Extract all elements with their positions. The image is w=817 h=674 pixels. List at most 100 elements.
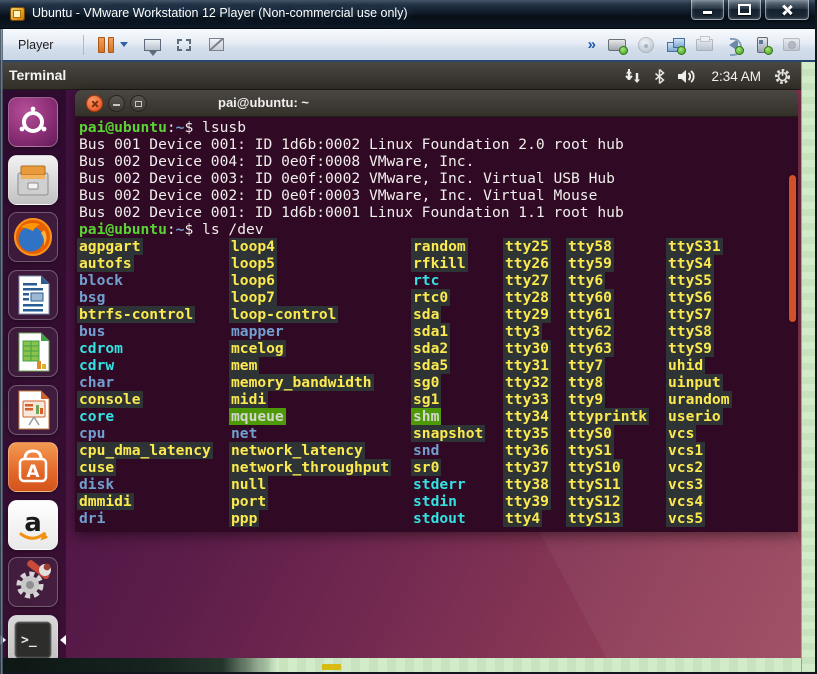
ls-entry: tty30: [503, 340, 551, 357]
taskbar-notch: [322, 664, 341, 670]
ls-entry: random: [411, 238, 468, 255]
launcher-item-firefox[interactable]: [8, 212, 58, 262]
ls-entry: ttyprintk: [566, 408, 650, 425]
session-gear-icon[interactable]: [774, 68, 791, 85]
ls-entry: mem: [229, 357, 260, 374]
terminal-titlebar[interactable]: pai@ubuntu: ~: [75, 90, 798, 117]
ubuntu-top-panel: Terminal 2:34 AM: [0, 62, 801, 90]
focused-app-arrow-icon: [60, 634, 66, 645]
player-menu-label: Player: [18, 37, 54, 52]
cd-dvd-icon[interactable]: [636, 36, 656, 54]
ls-entry: stderr: [413, 476, 466, 493]
ls-entry: tty35: [503, 425, 551, 442]
ls-entry: tty3: [503, 323, 543, 340]
window-titlebar[interactable]: Ubuntu - VMware Workstation 12 Player (N…: [0, 0, 817, 29]
ls-entry: cdrom: [79, 340, 123, 357]
ls-entry: rfkill: [411, 255, 468, 272]
launcher-item-libreoffice-calc[interactable]: [8, 327, 58, 377]
send-ctrl-alt-del-button[interactable]: [140, 34, 164, 56]
system-settings-icon: [8, 557, 58, 607]
suspend-button[interactable]: [94, 35, 132, 55]
unity-mode-button[interactable]: [204, 34, 228, 56]
ls-entry: tty60: [566, 289, 614, 306]
ls-entry: ppp: [229, 510, 260, 527]
ls-entry: btrfs-control: [77, 306, 196, 323]
svg-text:a: a: [24, 508, 42, 538]
ls-entry: cuse: [77, 459, 117, 476]
ls-entry: sda5: [411, 357, 451, 374]
hard-disk-icon[interactable]: [607, 36, 628, 55]
launcher-item-system-settings[interactable]: [8, 557, 58, 607]
sound-icon[interactable]: [723, 36, 744, 56]
ls-entry: dmmidi: [77, 493, 134, 510]
launcher-item-libreoffice-writer[interactable]: [8, 269, 58, 320]
network-adapter-icon[interactable]: [665, 36, 686, 55]
vm-display: Terminal 2:34 AM Aa >_ pai@ubuntu: ~ pai…: [0, 62, 801, 658]
ls-entry: tty38: [503, 476, 551, 493]
terminal-minimize-button[interactable]: [108, 95, 125, 112]
ls-entry: tty27: [503, 272, 551, 289]
launcher-item-files[interactable]: [8, 154, 58, 205]
ls-entry: bsg: [79, 289, 106, 306]
minimize-button[interactable]: [691, 0, 724, 20]
network-arrows-icon[interactable]: [625, 68, 641, 84]
ls-entry: agpgart: [77, 238, 143, 255]
ls-output-row: agpgart loop4 random tty25 tty58 ttyS31: [77, 238, 798, 255]
ls-entry: ttyS10: [566, 459, 623, 476]
ls-entry: stdin: [413, 493, 457, 510]
ls-entry: ttyS12: [566, 493, 623, 510]
launcher-item-amazon[interactable]: a: [8, 499, 58, 550]
volume-icon[interactable]: [678, 69, 698, 84]
lsusb-output-line: Bus 002 Device 002: ID 0e0f:0003 VMware,…: [79, 187, 598, 204]
snapshot-camera-icon[interactable]: [781, 36, 801, 54]
pause-icon: [98, 36, 115, 53]
window-inner-margin-right: [801, 62, 815, 674]
ls-output-row: cpu_dma_latency network_latency snd tty36 tt…: [77, 442, 798, 459]
terminal-close-button[interactable]: [86, 95, 103, 112]
ls-output-row: autofs loop5 rfkill tty26 tty59 ttyS4: [77, 255, 798, 272]
ls-entry: tty6: [566, 272, 606, 289]
ls-entry: ttyS4: [666, 255, 714, 272]
libreoffice-impress-icon: [8, 384, 58, 435]
ls-output-row: cpu net snapshot tty35 ttyS0 vcs: [79, 425, 798, 442]
launcher-item-libreoffice-impress[interactable]: [8, 384, 58, 435]
ls-entry: vcs1: [666, 442, 706, 459]
ls-entry: char: [79, 374, 115, 391]
ls-entry: urandom: [666, 391, 732, 408]
toolbar-separator: [83, 34, 85, 55]
fullscreen-button[interactable]: [172, 34, 196, 56]
ls-entry: port: [229, 493, 269, 510]
ls-entry: block: [79, 272, 123, 289]
ls-entry: network_latency: [229, 442, 365, 459]
player-menu-button[interactable]: Player: [12, 35, 73, 55]
clock-label[interactable]: 2:34 AM: [711, 69, 761, 84]
printer-icon[interactable]: [694, 35, 714, 54]
usb-device-icon[interactable]: [752, 36, 773, 55]
launcher-item-software-center[interactable]: A: [8, 442, 58, 492]
ls-output-row: disk null stderr tty38 ttyS11 vcs3: [79, 476, 798, 493]
terminal-output[interactable]: pai@ubuntu:~$ lsusb Bus 001 Device 001: I…: [75, 117, 798, 532]
maximize-button[interactable]: [728, 0, 761, 20]
terminal-icon: >_: [8, 614, 58, 658]
ls-entry: null: [229, 476, 269, 493]
ls-output-row: console midi sg1 tty33 tty9 urandom: [77, 391, 798, 408]
ls-entry: shm: [411, 408, 442, 425]
ls-entry: loop5: [229, 255, 277, 272]
ls-entry: snd: [413, 442, 440, 459]
connected-status-dot: [764, 45, 773, 55]
ls-entry: uhid: [666, 357, 706, 374]
ls-entry: tty36: [503, 442, 551, 459]
toolbar-action-icons: [132, 34, 228, 56]
terminal-scrollbar[interactable]: [789, 175, 796, 322]
ls-entry: ttyS0: [566, 425, 614, 442]
ls-entry: dri: [79, 510, 106, 527]
ls-entry: cdrw: [79, 357, 115, 374]
terminal-maximize-button[interactable]: [130, 95, 147, 112]
bluetooth-icon[interactable]: [654, 68, 666, 84]
close-button[interactable]: [765, 0, 809, 20]
ls-entry: snapshot: [411, 425, 486, 442]
launcher-item-terminal[interactable]: >_: [0, 614, 66, 658]
overflow-chevron-icon[interactable]: »: [588, 36, 596, 53]
ls-entry: tty9: [566, 391, 606, 408]
launcher-item-dash-home[interactable]: [8, 97, 58, 147]
